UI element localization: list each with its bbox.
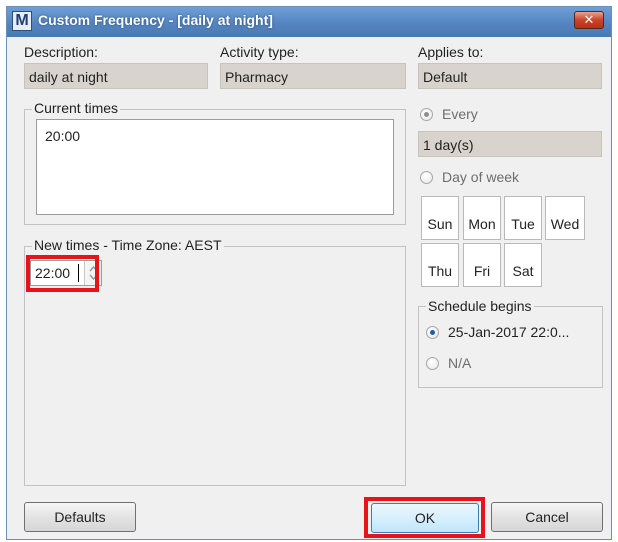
applies-to-label: Applies to: bbox=[418, 44, 484, 60]
day-button-thu[interactable]: Thu bbox=[421, 243, 459, 287]
day-button-mon[interactable]: Mon bbox=[463, 196, 501, 240]
ok-button-highlight bbox=[364, 497, 485, 538]
activity-type-field: Pharmacy bbox=[220, 63, 406, 89]
current-times-list[interactable]: 20:00 bbox=[36, 119, 394, 215]
defaults-button[interactable]: Defaults bbox=[24, 502, 136, 532]
day-of-week-label: Day of week bbox=[442, 169, 520, 185]
applies-to-field: Default bbox=[418, 63, 602, 89]
close-icon: ✕ bbox=[583, 12, 595, 27]
schedule-begins-legend: Schedule begins bbox=[426, 298, 534, 314]
day-button-fri[interactable]: Fri bbox=[463, 243, 501, 287]
description-field: daily at night bbox=[24, 63, 208, 89]
schedule-begins-group bbox=[418, 306, 603, 388]
cancel-button[interactable]: Cancel bbox=[491, 502, 603, 532]
schedule-date-label: 25-Jan-2017 22:0... bbox=[448, 324, 570, 340]
every-label: Every bbox=[442, 106, 478, 122]
description-label: Description: bbox=[24, 44, 98, 60]
window-title: Custom Frequency - [daily at night] bbox=[38, 12, 273, 28]
day-button-sat[interactable]: Sat bbox=[504, 243, 542, 287]
current-time-item: 20:00 bbox=[45, 128, 81, 144]
close-button[interactable]: ✕ bbox=[574, 11, 604, 29]
activity-type-label: Activity type: bbox=[220, 44, 299, 60]
day-button-sun[interactable]: Sun bbox=[421, 196, 459, 240]
every-value-field[interactable]: 1 day(s) bbox=[418, 131, 602, 157]
schedule-date-radio[interactable] bbox=[426, 326, 439, 339]
day-of-week-radio[interactable] bbox=[420, 171, 433, 184]
new-times-legend: New times - Time Zone: AEST bbox=[32, 237, 224, 253]
new-time-highlight bbox=[26, 255, 99, 292]
every-radio[interactable] bbox=[420, 108, 433, 121]
schedule-na-label: N/A bbox=[448, 355, 472, 371]
day-button-wed[interactable]: Wed bbox=[545, 196, 585, 240]
current-times-legend: Current times bbox=[32, 100, 121, 116]
day-button-tue[interactable]: Tue bbox=[504, 196, 542, 240]
app-icon: M bbox=[12, 11, 32, 31]
schedule-na-radio[interactable] bbox=[426, 357, 439, 370]
